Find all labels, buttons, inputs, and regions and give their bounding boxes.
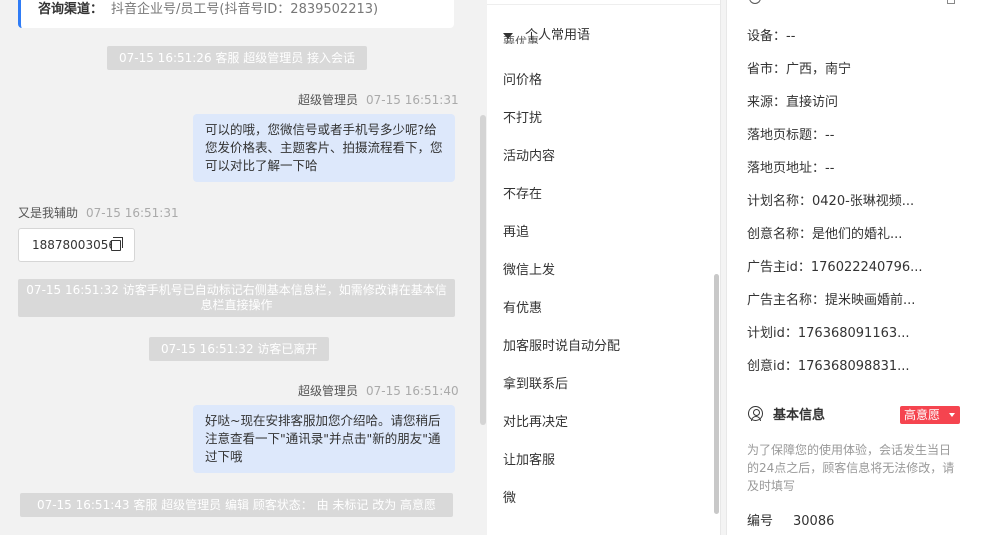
phrase-item[interactable]: 对比再决定 [503, 411, 568, 430]
phrase-item[interactable]: 不打扰 [503, 107, 542, 126]
intent-status-dropdown[interactable]: 高意愿 [900, 406, 960, 424]
visitor-message-bubble: 18878003056 [18, 228, 135, 262]
info-value: 是他们的婚礼... [812, 227, 903, 242]
system-message: 07-15 16:51:26 客服 超级管理员 接入会话 [107, 46, 368, 70]
info-row-source: 来源：直接访问 [747, 91, 838, 110]
caret-down-icon [949, 413, 955, 417]
sender-name: 又是我辅助 [18, 206, 79, 220]
phrase-item[interactable]: 加客服时说自动分配 [503, 335, 620, 354]
panel-divider[interactable] [720, 0, 727, 535]
section-icon [749, 0, 761, 4]
phrases-group-title: 个人常用语 [525, 28, 591, 43]
intent-status-label: 高意愿 [904, 408, 941, 422]
divider [487, 0, 720, 5]
info-value: 176368091163... [797, 326, 910, 341]
info-label: 设备： [747, 29, 787, 44]
info-row-plan-id: 计划id：176368091163... [747, 322, 910, 341]
sender-name: 超级管理员 [298, 93, 359, 107]
caret-down-icon [503, 32, 513, 39]
phrases-scrollbar[interactable] [714, 274, 719, 514]
phrase-item[interactable]: 微信上发 [503, 259, 555, 278]
info-value: 176022240796... [810, 260, 923, 275]
info-value: 广西，南宁 [786, 62, 852, 77]
info-row-region: 省市：广西，南宁 [747, 58, 851, 77]
sender-name: 超级管理员 [298, 384, 359, 398]
info-value: 30086 [793, 514, 835, 529]
system-message: 07-15 16:51:32 访客已离开 [149, 337, 330, 361]
chat-scrollbar[interactable] [480, 115, 486, 425]
info-label: 计划名称： [747, 194, 813, 209]
message-meta: 超级管理员 07-15 16:51:31 [298, 91, 459, 108]
channel-info-card: 咨询渠道： 抖音企业号/员工号(抖音号ID：2839502213) [18, 0, 454, 28]
basic-info-title: 基本信息 [747, 404, 825, 423]
info-label: 落地页标题： [747, 128, 826, 143]
info-value: -- [825, 161, 835, 176]
channel-label: 咨询渠道： [38, 2, 104, 17]
phrase-item[interactable]: 不存在 [503, 183, 542, 202]
info-value: 提米映画婚前... [825, 293, 916, 308]
agent-message-bubble: 可以的哦，您微信号或者手机号多少呢?给您发价格表、主题客片、拍摄流程看下，您可以… [193, 114, 455, 182]
workspace: 咨询渠道： 抖音企业号/员工号(抖音号ID：2839502213) 07-15 … [0, 0, 984, 535]
edit-deadline-notice: 为了保障您的使用体验，会话发生当日的24点之后，顾客信息将无法修改，请及时填写 [747, 443, 955, 493]
info-row-device: 设备：-- [747, 25, 795, 44]
info-row-creative-name: 创意名称：是他们的婚礼... [747, 223, 902, 242]
info-row-plan-name: 计划名称：0420-张琳视频... [747, 190, 914, 209]
info-row-number: 编号 30086 [747, 510, 834, 529]
info-value: 0420-张琳视频... [812, 194, 915, 209]
info-value: -- [786, 29, 796, 44]
message-meta: 超级管理员 07-15 16:51:40 [298, 382, 459, 399]
phrases-group-header[interactable]: 个人常用语 [503, 24, 590, 43]
visitor-info-panel: 设备：-- 省市：广西，南宁 来源：直接访问 落地页标题：-- 落地页地址：--… [727, 0, 984, 535]
info-label: 来源： [747, 95, 787, 110]
info-row-advertiser-name: 广告主名称：提米映画婚前... [747, 289, 915, 308]
info-label: 落地页地址： [747, 161, 826, 176]
message-time: 07-15 16:51:31 [366, 93, 459, 107]
message-time: 07-15 16:51:40 [366, 384, 459, 398]
info-row-landing-title: 落地页标题：-- [747, 124, 834, 143]
message-time: 07-15 16:51:31 [86, 206, 179, 220]
basic-info-title-text: 基本信息 [773, 408, 826, 423]
phrase-item[interactable]: 拿到联系后 [503, 373, 568, 392]
phrase-item[interactable]: 活动内容 [503, 145, 555, 164]
info-label: 广告主名称： [747, 293, 826, 308]
phrase-item[interactable]: 让加客服 [503, 449, 555, 468]
info-label: 计划id： [747, 326, 798, 341]
info-value: 176368098831... [797, 359, 910, 374]
system-message: 07-15 16:51:43 客服 超级管理员 编辑 顾客状态： 由 未标记 改… [20, 493, 453, 517]
info-label: 编号 [747, 514, 774, 529]
phrases-panel: 要优惠 个人常用语 问价格 不打扰 活动内容 不存在 再追 微信上发 有优惠 加… [487, 0, 727, 535]
visitor-message-text: 18878003056 [32, 238, 116, 252]
info-row-advertiser-id: 广告主id：176022240796... [747, 256, 923, 275]
info-label: 省市： [747, 62, 787, 77]
info-row-landing-url: 落地页地址：-- [747, 157, 834, 176]
edit-icon[interactable] [947, 0, 955, 4]
system-message: 07-15 16:51:32 访客手机号已自动标记右侧基本信息栏，如需修改请在基… [18, 279, 455, 317]
info-label: 创意id： [747, 359, 798, 374]
info-label: 广告主id： [747, 260, 811, 275]
channel-value: 抖音企业号/员工号(抖音号ID：2839502213) [111, 2, 379, 17]
info-value: 直接访问 [786, 95, 839, 110]
copy-icon[interactable] [111, 237, 123, 251]
info-row-creative-id: 创意id：176368098831... [747, 355, 910, 374]
phrase-item[interactable]: 微 [503, 487, 516, 506]
agent-message-bubble: 好哒~现在安排客服加您介绍哈。请您稍后注意查看一下"通讯录"并点击"新的朋友"通… [193, 405, 455, 473]
info-value: -- [825, 128, 835, 143]
phrase-item[interactable]: 问价格 [503, 69, 542, 88]
phrase-item[interactable]: 再追 [503, 221, 529, 240]
phrase-item[interactable]: 有优惠 [503, 297, 542, 316]
chat-panel: 咨询渠道： 抖音企业号/员工号(抖音号ID：2839502213) 07-15 … [0, 0, 487, 535]
message-meta: 又是我辅助 07-15 16:51:31 [18, 204, 179, 221]
info-label: 创意名称： [747, 227, 813, 242]
